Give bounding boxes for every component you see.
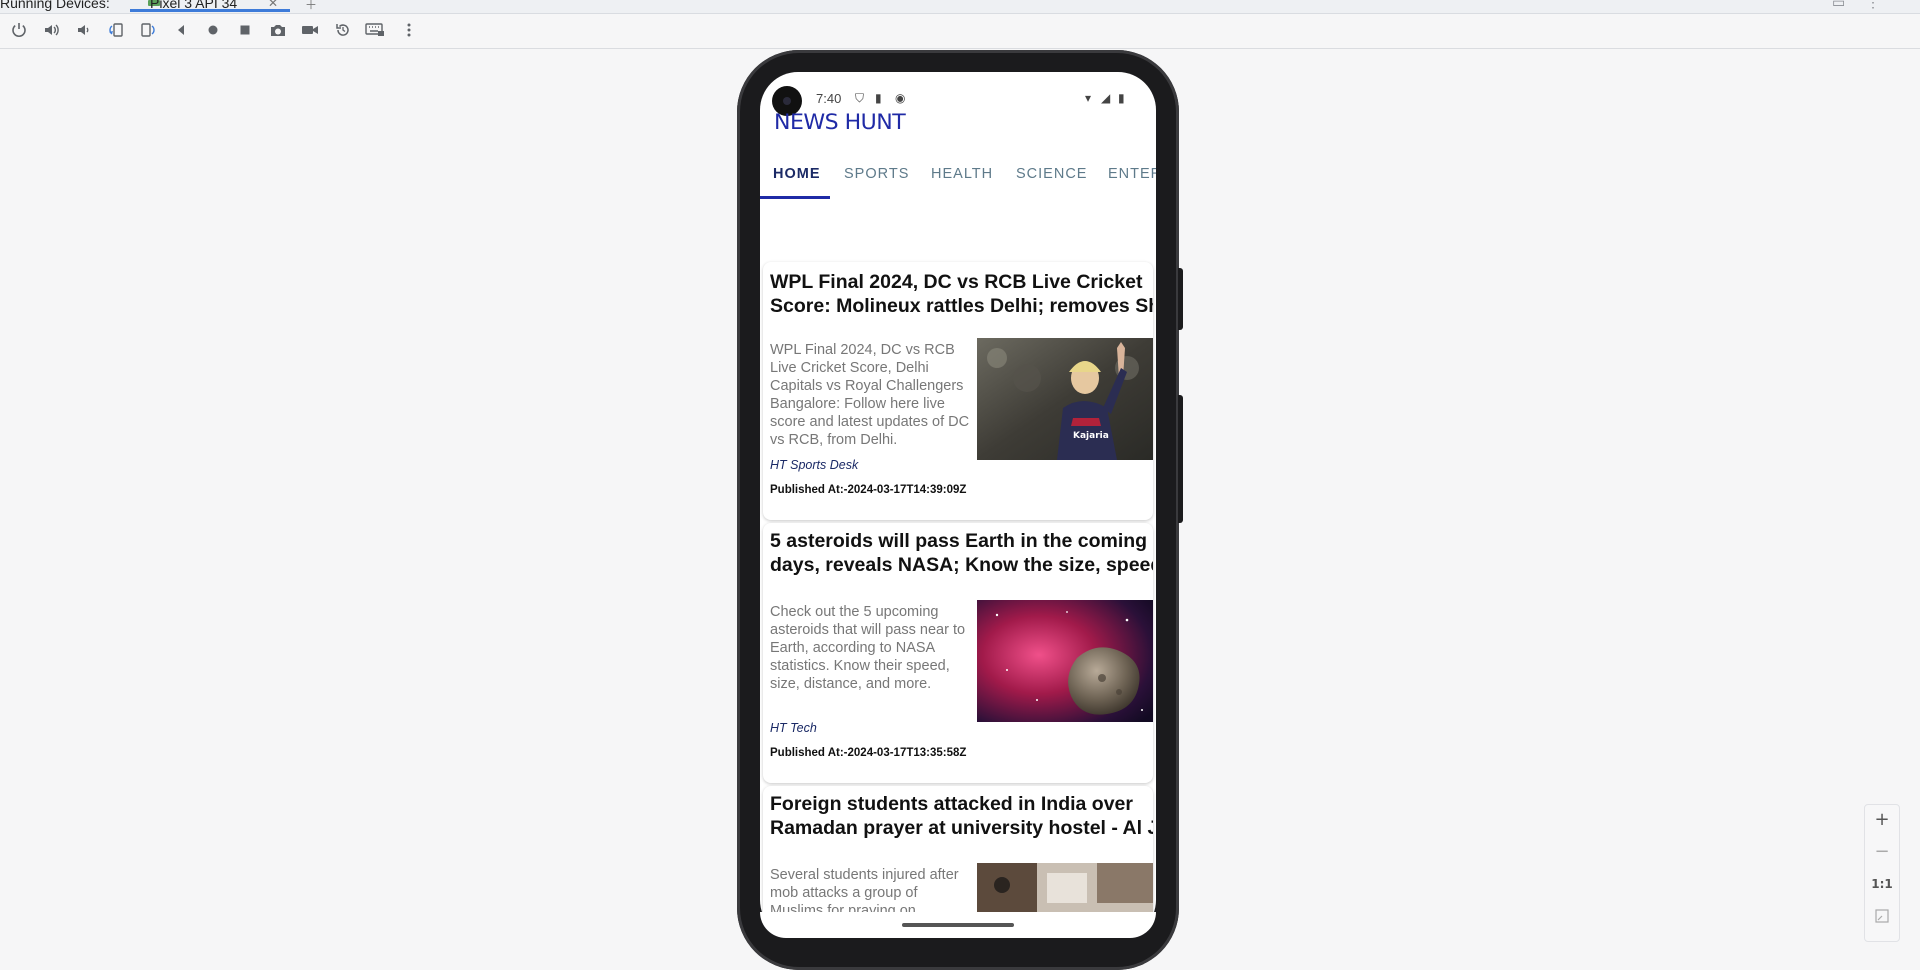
actual-size-button[interactable]: 1:1 bbox=[1865, 869, 1899, 899]
app-logo: NEWS HUNT bbox=[774, 110, 906, 134]
phone-screen: 7:40 ⛉ ▮ ◉ ▾ ◢ ▮ NEWS HUNT HOME SPORTS H… bbox=[760, 72, 1156, 938]
shield-icon: ⛉ bbox=[855, 91, 865, 105]
article-image[interactable]: Kajaria bbox=[977, 338, 1153, 460]
fit-screen-icon[interactable] bbox=[1865, 901, 1899, 931]
battery-icon: ▮ bbox=[1118, 91, 1125, 105]
tab-entertainment[interactable]: ENTER bbox=[1108, 166, 1156, 182]
phone-volume-button bbox=[1178, 395, 1183, 523]
zoom-controls: + − 1:1 bbox=[1864, 804, 1900, 942]
back-icon[interactable] bbox=[169, 19, 193, 41]
home-icon[interactable] bbox=[201, 19, 225, 41]
overview-icon[interactable] bbox=[233, 19, 257, 41]
article-source: HT Sports Desk bbox=[770, 458, 859, 472]
article-title[interactable]: 5 asteroids will pass Earth in the comin… bbox=[770, 529, 1153, 577]
article-published-date: Published At:-2024-03-17T14:39:09Z bbox=[770, 484, 967, 496]
article-card[interactable]: 5 asteroids will pass Earth in the comin… bbox=[763, 523, 1153, 783]
active-tab-underline bbox=[130, 9, 290, 12]
phone-power-button bbox=[1178, 268, 1183, 330]
tab-home[interactable]: HOME bbox=[773, 166, 821, 182]
article-description: Check out the 5 upcoming asteroids that … bbox=[770, 604, 966, 692]
emulator-toolbar bbox=[0, 14, 1920, 49]
active-tab-indicator bbox=[760, 196, 830, 199]
status-bar: 7:40 ⛉ ▮ ◉ ▾ ◢ ▮ bbox=[760, 72, 1156, 116]
article-card[interactable]: WPL Final 2024, DC vs RCB Live Cricket S… bbox=[763, 262, 1153, 520]
screen-record-icon[interactable] bbox=[298, 19, 322, 41]
sd-card-icon: ▮ bbox=[875, 91, 882, 105]
tab-sports[interactable]: SPORTS bbox=[844, 166, 909, 182]
article-title[interactable]: Foreign students attacked in India over … bbox=[770, 792, 1153, 840]
article-source: HT Tech bbox=[770, 721, 817, 735]
sync-icon: ◉ bbox=[895, 91, 906, 105]
signal-icon: ◢ bbox=[1101, 91, 1111, 105]
reset-icon[interactable] bbox=[331, 19, 355, 41]
article-description: WPL Final 2024, DC vs RCB Live Cricket S… bbox=[770, 342, 970, 448]
more-options-icon[interactable] bbox=[397, 19, 421, 41]
status-clock: 7:40 bbox=[816, 91, 842, 106]
gesture-handle[interactable] bbox=[902, 923, 1014, 927]
window-more-icon[interactable]: ⋮ bbox=[1866, 0, 1880, 11]
rotate-left-icon[interactable] bbox=[104, 19, 128, 41]
volume-up-icon[interactable] bbox=[39, 19, 63, 41]
tab-science[interactable]: SCIENCE bbox=[1016, 166, 1087, 182]
zoom-in-button[interactable]: + bbox=[1865, 805, 1899, 835]
screenshot-icon[interactable] bbox=[266, 19, 290, 41]
tab-health[interactable]: HEALTH bbox=[931, 166, 993, 182]
svg-text:Kajaria: Kajaria bbox=[1073, 431, 1109, 441]
article-published-date: Published At:-2024-03-17T13:35:58Z bbox=[770, 747, 967, 759]
power-icon[interactable] bbox=[7, 19, 31, 41]
article-image[interactable] bbox=[977, 600, 1153, 722]
zoom-out-button[interactable]: − bbox=[1865, 837, 1899, 867]
article-title[interactable]: WPL Final 2024, DC vs RCB Live Cricket S… bbox=[770, 270, 1153, 318]
tab-add-icon[interactable]: ＋ bbox=[305, 0, 317, 13]
window-restore-icon[interactable]: ▭ bbox=[1832, 0, 1845, 11]
editor-tab-strip: Running Devices: Pixel 3 API 34 ✕ ＋ ▭ ⋮ bbox=[0, 0, 1920, 14]
rotate-right-icon[interactable] bbox=[136, 19, 160, 41]
wifi-icon: ▾ bbox=[1085, 91, 1092, 105]
keyboard-icon[interactable] bbox=[363, 19, 387, 41]
volume-down-icon[interactable] bbox=[71, 19, 95, 41]
tab-running-devices[interactable]: Running Devices: bbox=[0, 0, 110, 11]
